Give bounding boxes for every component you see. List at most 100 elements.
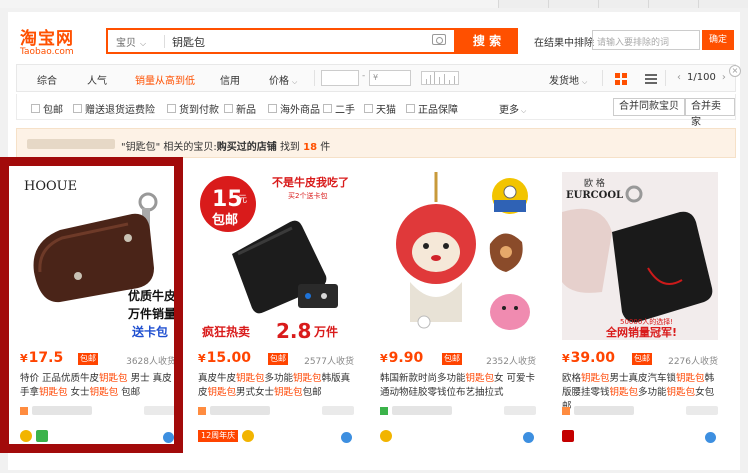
- filter-tmall[interactable]: 天猫: [364, 101, 396, 116]
- title-text: 多功能: [638, 387, 667, 398]
- chevron-down-icon: ⌵: [292, 78, 298, 86]
- filter-authentic[interactable]: 正品保障: [406, 101, 458, 116]
- search-button[interactable]: 搜 索: [456, 28, 518, 54]
- title-text: 男士真皮汽车锁: [609, 373, 677, 384]
- checkbox[interactable]: [323, 104, 332, 113]
- search-box[interactable]: 宝贝 ⌵ 钥匙包: [106, 28, 456, 54]
- img-bottom-left: 疯狂热卖: [202, 324, 250, 339]
- divider: [314, 70, 315, 86]
- currency: ¥: [198, 352, 206, 365]
- shop-icon: [198, 406, 206, 415]
- checkbox[interactable]: [364, 104, 373, 113]
- price-to-input[interactable]: ¥: [369, 70, 411, 86]
- merge-seller-button[interactable]: 合并卖家: [685, 98, 735, 128]
- filter-cod[interactable]: 货到付款: [167, 101, 219, 116]
- checkbox[interactable]: [406, 104, 415, 113]
- product-price: ¥9.90: [380, 350, 423, 366]
- sort-bar: 综合 人气 销量从高到低 信用 价格 ⌵ - ¥ 发货地 ⌵ ‹ 1/100 › ×: [16, 64, 741, 92]
- product-price: ¥15.00: [198, 350, 251, 366]
- shop-row[interactable]: [380, 406, 452, 415]
- ship-from-select[interactable]: 发货地 ⌵: [549, 72, 587, 87]
- exclude-input[interactable]: 请输入要排除的词: [592, 30, 700, 50]
- checkbox[interactable]: [31, 104, 40, 113]
- close-icon[interactable]: ×: [729, 65, 741, 77]
- notice-text: "钥匙包" 相关的宝贝:购买过的店铺 找到 18 件: [121, 138, 330, 153]
- filter-label: 海外商品: [280, 105, 320, 116]
- checkbox[interactable]: [224, 104, 233, 113]
- grid-view-icon[interactable]: [615, 73, 627, 85]
- checkbox[interactable]: [268, 104, 277, 113]
- gold-medal-icon[interactable]: [380, 430, 392, 442]
- filter-label: 正品保障: [418, 105, 458, 116]
- product-card[interactable]: 欧 格 EURCOOL 50000人的选择! 全网销量冠军! ¥39.00 包邮…: [556, 164, 724, 459]
- checkbox[interactable]: [167, 104, 176, 113]
- shop-icon: [380, 406, 388, 415]
- product-card[interactable]: ¥9.90 包邮 2352人收货 韩国新款时尚多功能钥匙包女 可爱卡通动物硅胶零…: [374, 164, 542, 459]
- price-range-histogram[interactable]: [421, 71, 459, 85]
- img-bottom-unit: 万件: [313, 324, 338, 339]
- img-badge-unit: 元: [238, 195, 247, 205]
- product-image[interactable]: 不是牛皮我吃了 买2个送卡包 15 元 包邮 疯狂热卖 2.8 万件: [198, 172, 354, 340]
- shop-row[interactable]: [198, 406, 270, 415]
- wangwang-icon[interactable]: [705, 432, 716, 443]
- shop-name-blurred: [574, 406, 634, 415]
- title-keyword: 钥匙包: [465, 373, 495, 384]
- product-title[interactable]: 韩国新款时尚多功能钥匙包女 可爱卡通动物硅胶零钱位布艺抽拉式: [380, 372, 536, 400]
- product-card[interactable]: 不是牛皮我吃了 买2个送卡包 15 元 包邮 疯狂热卖 2.8 万件 ¥15.0…: [192, 164, 360, 459]
- product-image[interactable]: 欧 格 EURCOOL 50000人的选择! 全网销量冠军!: [562, 172, 718, 340]
- shop-row[interactable]: [562, 406, 634, 415]
- filter-free-shipping[interactable]: 包邮: [31, 101, 63, 116]
- confirm-button[interactable]: 确定: [702, 30, 734, 50]
- checkbox[interactable]: [73, 104, 82, 113]
- search-category-label: 宝贝: [116, 38, 136, 49]
- img-line1: 50000人的选择!: [620, 317, 673, 326]
- badges: [562, 430, 578, 442]
- gold-medal-icon[interactable]: [242, 430, 255, 442]
- filter-label: 新品: [236, 105, 256, 116]
- badges: 12周年庆: [198, 430, 258, 442]
- title-text: 包邮: [302, 387, 322, 398]
- camera-icon[interactable]: [432, 34, 446, 45]
- tab-credit[interactable]: 信用: [220, 72, 240, 87]
- merge-same-button[interactable]: 合并同款宝贝: [613, 98, 685, 116]
- tmall-icon[interactable]: [562, 430, 574, 442]
- filter-secondhand[interactable]: 二手: [323, 101, 355, 116]
- sales-count: 2577人收货: [304, 357, 354, 367]
- more-filters[interactable]: 更多 ⌵: [499, 101, 526, 116]
- chevron-left-icon[interactable]: ‹: [677, 72, 681, 83]
- chevron-right-icon[interactable]: ›: [722, 72, 726, 83]
- filter-row: 包邮 赠送退货运费险 货到付款 新品 海外商品 二手 天猫 正品保障 更多 ⌵ 合…: [16, 94, 736, 128]
- product-price: ¥39.00: [562, 350, 615, 366]
- filter-overseas[interactable]: 海外商品: [268, 101, 320, 116]
- img-brand: EURCOOL: [566, 190, 623, 201]
- img-badge-text: 包邮: [212, 212, 238, 228]
- price-dash: -: [362, 71, 366, 81]
- page-indicator: 1/100: [687, 72, 716, 83]
- tab-comprehensive[interactable]: 综合: [37, 72, 57, 87]
- wangwang-icon[interactable]: [341, 432, 352, 443]
- badges: [380, 430, 396, 442]
- notice-prefix: "钥匙包" 相关的宝贝:: [121, 142, 217, 153]
- anniversary-badge[interactable]: 12周年庆: [198, 430, 239, 442]
- wangwang-icon[interactable]: [523, 432, 534, 443]
- product-image[interactable]: [380, 172, 536, 340]
- taobao-logo[interactable]: 淘宝网 Taobao.com: [20, 24, 100, 57]
- filter-new[interactable]: 新品: [224, 101, 256, 116]
- filter-return-insurance[interactable]: 赠送退货运费险: [73, 101, 155, 116]
- product-title[interactable]: 真皮牛皮钥匙包多功能钥匙包韩版真皮钥匙包男式女士钥匙包包邮: [198, 372, 354, 400]
- currency: ¥: [380, 352, 388, 365]
- list-view-icon[interactable]: [645, 74, 657, 84]
- tab-sales[interactable]: 销量从高到低: [135, 72, 195, 87]
- title-keyword: 钥匙包: [293, 373, 322, 384]
- search-category-select[interactable]: 宝贝 ⌵: [116, 34, 146, 49]
- price-from-input[interactable]: [321, 70, 359, 86]
- filter-label: 货到付款: [179, 105, 219, 116]
- tab-popularity[interactable]: 人气: [87, 72, 107, 87]
- result-count: 18: [303, 142, 318, 153]
- tab-price[interactable]: 价格 ⌵: [269, 72, 297, 87]
- free-shipping-tag: 包邮: [632, 353, 652, 365]
- search-input[interactable]: 钥匙包: [172, 34, 205, 50]
- filter-label: 二手: [335, 105, 355, 116]
- chevron-down-icon: ⌵: [140, 39, 147, 48]
- location-blurred: [686, 406, 718, 415]
